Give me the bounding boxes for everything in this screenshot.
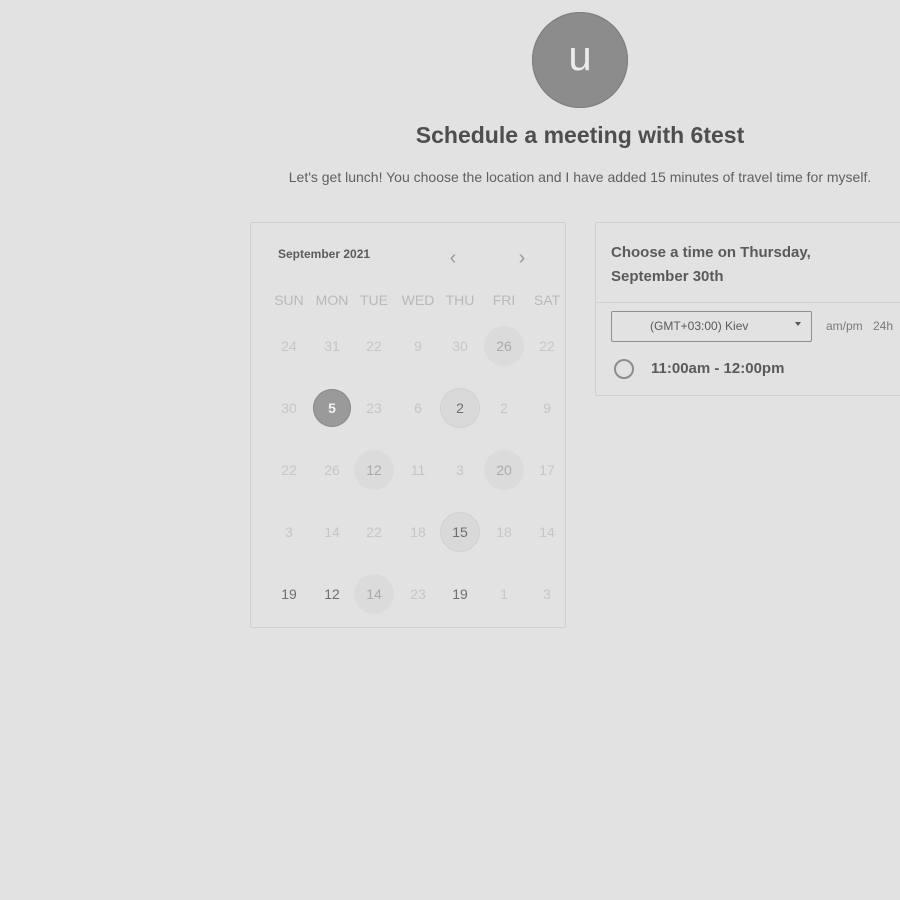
calendar-day: 12 [324, 586, 340, 602]
caret-down-icon [795, 322, 801, 326]
timezone-select[interactable]: (GMT+03:00) Kiev [611, 311, 812, 342]
chevron-right-icon: › [518, 247, 526, 269]
calendar-day: 23 [366, 400, 382, 416]
radio-button[interactable] [614, 359, 634, 379]
calendar-day: 9 [543, 400, 551, 416]
calendar-day: 3 [456, 462, 464, 478]
calendar-day: 18 [496, 524, 512, 540]
calendar-day: 3 [285, 524, 293, 540]
format-ampm-toggle[interactable]: am/pm [826, 319, 863, 333]
weekday-header: WED [401, 292, 435, 308]
calendar-day: 20 [484, 450, 524, 490]
time-slot-option[interactable]: 11:00am - 12:00pm [614, 359, 874, 383]
calendar-day: 22 [281, 462, 297, 478]
calendar-day: 1 [500, 586, 508, 602]
calendar-day: 12 [354, 450, 394, 490]
calendar-day: 11 [410, 462, 426, 478]
next-month-button[interactable]: › [510, 247, 534, 269]
calendar-day: 6 [414, 400, 422, 416]
previous-month-button[interactable]: ‹ [441, 247, 465, 269]
calendar-day: 26 [484, 326, 524, 366]
timezone-value: (GMT+03:00) Kiev [650, 319, 749, 333]
weekday-header: MON [315, 292, 349, 308]
calendar-day: 14 [354, 574, 394, 614]
calendar-day: 22 [366, 524, 382, 540]
month-label: September 2021 [278, 247, 371, 261]
weekday-header: FRI [492, 292, 516, 308]
calendar-day: 23 [410, 586, 426, 602]
scheduling-page: u Schedule a meeting with 6test Let's ge… [0, 0, 900, 900]
host-avatar: u [532, 12, 628, 108]
meeting-description: Let's get lunch! You choose the location… [288, 169, 872, 185]
calendar-day: 9 [414, 338, 422, 354]
calendar-day: 17 [539, 462, 555, 478]
divider [596, 302, 900, 303]
calendar-day: 19 [281, 586, 297, 602]
weekday-header: TUE [360, 292, 388, 308]
calendar-day: 14 [539, 524, 555, 540]
calendar-day: 22 [539, 338, 555, 354]
time-heading: Choose a time on Thursday, September 30t… [611, 244, 811, 285]
calendar-day: 30 [452, 338, 468, 354]
format-24h-toggle[interactable]: 24h [873, 319, 893, 333]
calendar-day-selected[interactable]: 5 [313, 389, 351, 427]
calendar-day: 18 [410, 524, 426, 540]
weekday-header: THU [445, 292, 475, 308]
time-picker-card: Choose a time on Thursday, September 30t… [595, 222, 900, 396]
time-slot-label: 11:00am - 12:00pm [651, 360, 785, 377]
page-title: Schedule a meeting with 6test [415, 122, 745, 148]
calendar-card: September 2021 ‹ › SUN MON TUE WED THU FRI SAT… [250, 222, 566, 628]
calendar-day[interactable]: 2 [440, 388, 480, 428]
avatar-initial: u [568, 32, 592, 79]
calendar-day: 19 [452, 586, 468, 602]
weekday-header: SUN [274, 292, 304, 308]
calendar-day: 26 [324, 462, 340, 478]
calendar-day: 24 [281, 338, 297, 354]
calendar-day: 14 [324, 524, 340, 540]
calendar-day: 30 [281, 400, 297, 416]
calendar-day: 3 [543, 586, 551, 602]
chevron-left-icon: ‹ [449, 247, 457, 269]
weekday-header: SAT [533, 292, 561, 308]
calendar-day: 31 [324, 338, 340, 354]
calendar-day: 22 [366, 338, 382, 354]
calendar-day[interactable]: 15 [440, 512, 480, 552]
calendar-day: 2 [500, 400, 508, 416]
